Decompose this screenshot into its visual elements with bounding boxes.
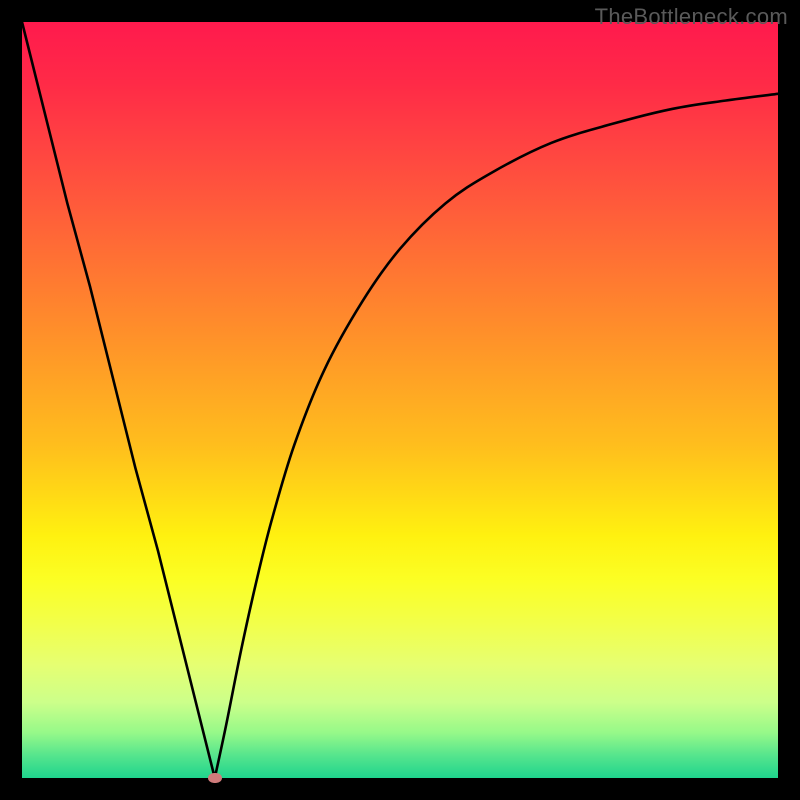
watermark-text: TheBottleneck.com: [595, 4, 788, 30]
notch-marker: [208, 773, 222, 783]
chart-frame: TheBottleneck.com: [0, 0, 800, 800]
bottleneck-curve: [22, 22, 778, 778]
curve-svg: [22, 22, 778, 778]
plot-area: [22, 22, 778, 778]
